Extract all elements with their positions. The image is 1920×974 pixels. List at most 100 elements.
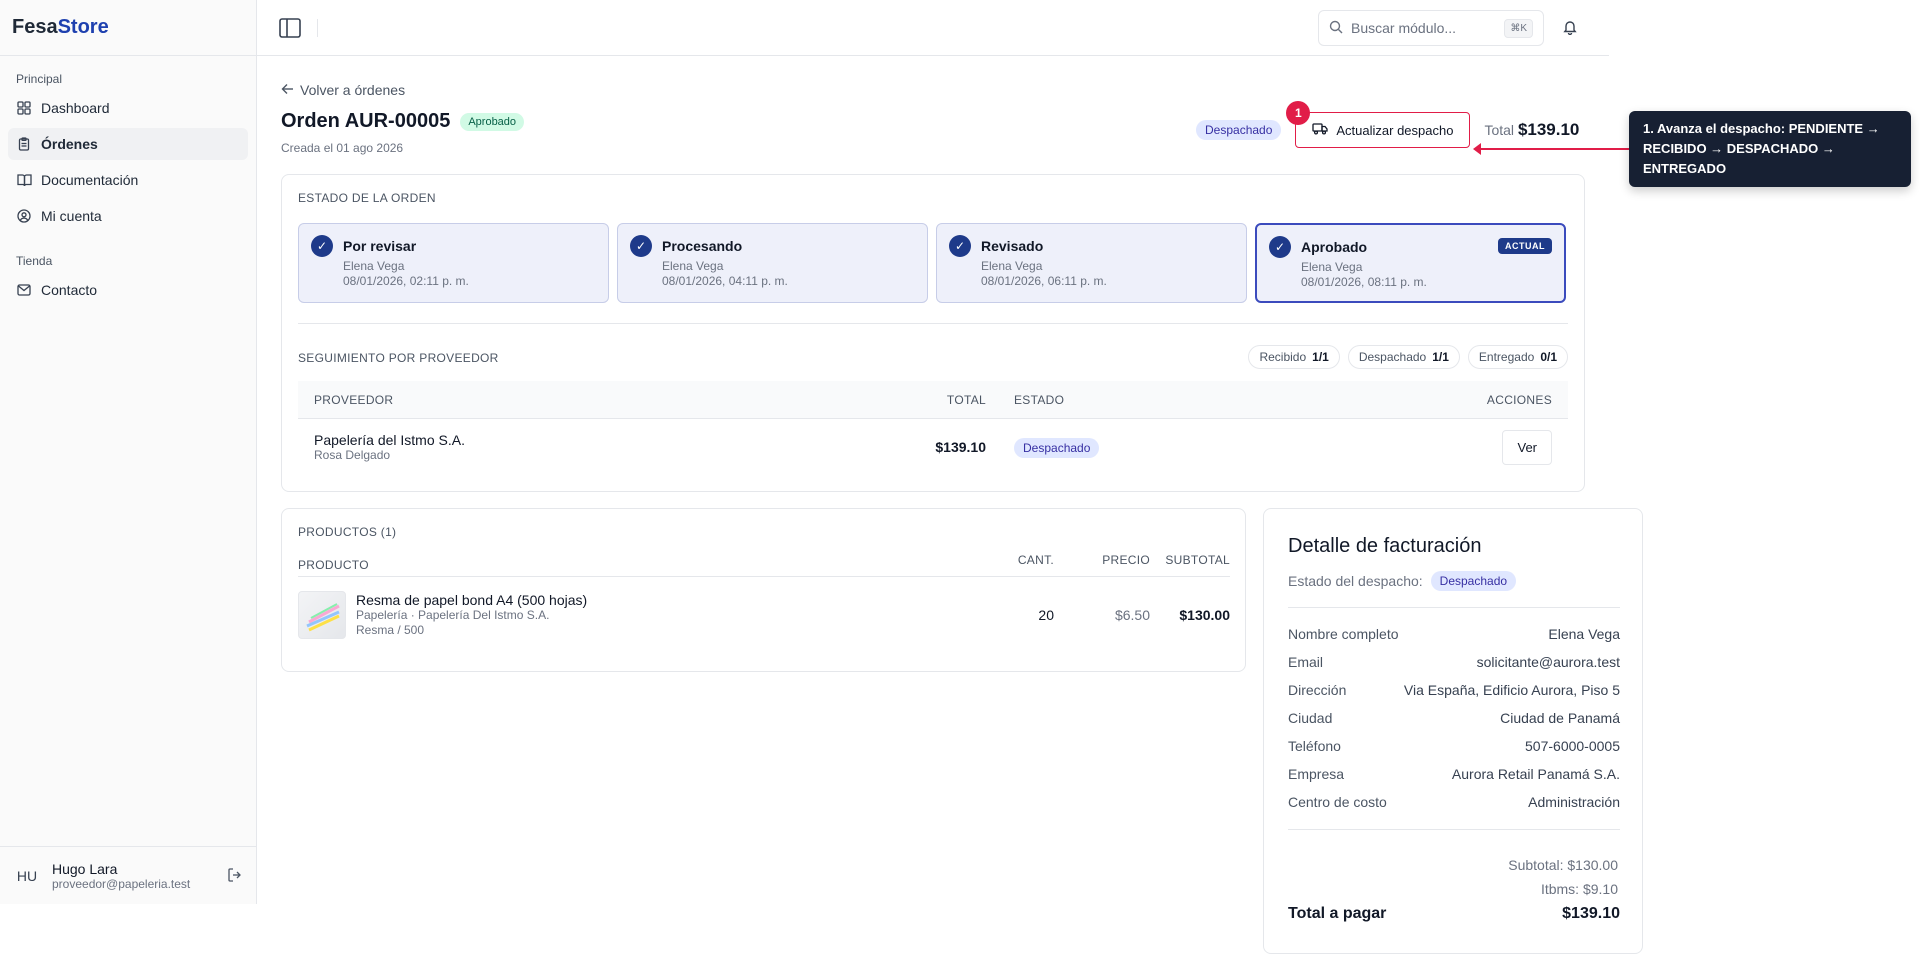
- status-badge: Aprobado: [460, 112, 525, 131]
- back-link[interactable]: Volver a órdenes: [281, 82, 405, 98]
- mail-icon: [16, 282, 32, 298]
- check-icon: ✓: [1269, 236, 1291, 258]
- brand-logo[interactable]: Fesa Store: [0, 0, 256, 56]
- divider: [317, 19, 318, 37]
- billing-status-label: Estado del despacho:: [1288, 573, 1423, 589]
- billing-row: Teléfono 507-6000-0005: [1288, 738, 1620, 754]
- status-step: ✓ Revisado Elena Vega 08/01/2026, 06:11 …: [936, 223, 1247, 303]
- step-date: 08/01/2026, 08:11 p. m.: [1301, 275, 1427, 289]
- product-thumbnail: [298, 591, 346, 639]
- order-status-card: Estado de la orden ✓ Por revisar Elena V…: [281, 174, 1585, 492]
- step-title: Por revisar: [343, 238, 417, 254]
- order-header: Orden AUR-00005 Aprobado: [281, 110, 525, 133]
- sidebar: Fesa Store Principal Dashboard Órdenes Do…: [0, 0, 257, 904]
- vendor-total: $139.10: [935, 439, 986, 455]
- product-subtotal: $130.00: [1179, 607, 1230, 623]
- billing-total-value: $139.10: [1562, 905, 1620, 922]
- check-icon: ✓: [311, 235, 333, 257]
- check-icon: ✓: [949, 235, 971, 257]
- product-price: $6.50: [1114, 607, 1150, 623]
- sidebar-item-label: Mi cuenta: [41, 208, 102, 224]
- billing-row: Empresa Aurora Retail Panamá S.A.: [1288, 766, 1620, 782]
- counter-recibido: Recibido 1/1: [1248, 345, 1340, 369]
- back-link-label: Volver a órdenes: [300, 82, 406, 98]
- update-dispatch-label: Actualizar despacho: [1336, 122, 1454, 138]
- guide-tooltip: 1. Avanza el despacho: PENDIENTE → RECIB…: [1629, 111, 1911, 187]
- check-icon: ✓: [630, 235, 652, 257]
- billing-title: Detalle de facturación: [1288, 535, 1482, 557]
- billing-row: Ciudad Ciudad de Panamá: [1288, 710, 1620, 726]
- divider: [298, 323, 1568, 324]
- sidebar-item-label: Contacto: [41, 282, 98, 298]
- product-qty: 20: [1038, 607, 1054, 623]
- billing-row: Email solicitante@aurora.test: [1288, 654, 1620, 670]
- step-title: Aprobado: [1301, 239, 1368, 255]
- sidebar-item-label: Dashboard: [41, 100, 110, 116]
- user-circle-icon: [16, 208, 32, 224]
- step-title: Procesando: [662, 238, 743, 254]
- view-button[interactable]: Ver: [1502, 429, 1552, 465]
- sidebar-item-label: Documentación: [41, 172, 139, 188]
- sidebar-item-mi-cuenta[interactable]: Mi cuenta: [8, 200, 248, 232]
- billing-row: Centro de costo Administración: [1288, 794, 1620, 810]
- update-dispatch-button[interactable]: 1 Actualizar despacho: [1286, 101, 1471, 148]
- step-user: Elena Vega: [981, 259, 1043, 273]
- step-date: 08/01/2026, 04:11 p. m.: [662, 274, 788, 288]
- status-badge: Despachado: [1430, 571, 1517, 591]
- section-label: Seguimiento por proveedor: [298, 351, 499, 365]
- table-header: Proveedor Total Estado Acciones: [298, 381, 1568, 419]
- search-shortcut: ⌘K: [1504, 18, 1533, 38]
- step-marker: 1: [1286, 101, 1311, 125]
- vendor-table: Proveedor Total Estado Acciones Papelerí…: [298, 381, 1568, 475]
- product-name: Resma de papel bond A4 (500 hojas): [356, 592, 588, 608]
- column-header: Estado: [1014, 392, 1065, 407]
- search-input[interactable]: Buscar módulo... ⌘K: [1318, 10, 1544, 46]
- sidebar-toggle-icon[interactable]: [279, 18, 301, 38]
- logout-icon[interactable]: [227, 867, 245, 885]
- column-header: Acciones: [1486, 392, 1552, 407]
- user-email: proveedor@papeleria.test: [52, 876, 191, 891]
- column-header: Subtotal: [1165, 553, 1230, 567]
- search-placeholder: Buscar módulo...: [1351, 20, 1457, 36]
- vendor-contact: Rosa Delgado: [314, 448, 391, 462]
- section-label: Estado de la orden: [298, 191, 436, 205]
- billing-row: Dirección Via España, Edificio Aurora, Pi…: [1288, 682, 1620, 698]
- status-steps: ✓ Por revisar Elena Vega 08/01/2026, 02:…: [298, 223, 1566, 303]
- column-header: Precio: [1102, 553, 1150, 567]
- tooltip-arrow: [1473, 143, 1629, 155]
- clipboard-icon: [16, 136, 32, 152]
- billing-subtotal: Subtotal: $130.00: [1508, 857, 1618, 873]
- product-unit: Resma / 500: [356, 623, 425, 637]
- billing-row: Nombre completo Elena Vega: [1288, 626, 1620, 642]
- billing-details: Nombre completo Elena Vega Email solicitan…: [1288, 620, 1620, 816]
- sidebar-item-documentacion[interactable]: Documentación: [8, 164, 248, 196]
- user-name: Hugo Lara: [52, 860, 118, 877]
- status-step: ✓ Procesando Elena Vega 08/01/2026, 04:1…: [617, 223, 928, 303]
- bell-icon[interactable]: [1562, 19, 1578, 36]
- nav-group-principal: Principal Dashboard Órdenes Documentació…: [0, 56, 256, 306]
- status-badge: Despachado: [1014, 438, 1100, 458]
- column-header: Cant.: [1017, 553, 1054, 567]
- table-header: Producto Cant. Precio Subtotal: [298, 553, 1230, 577]
- tracking-counters: Recibido 1/1 Despachado 1/1 Entregado 0/1: [1248, 345, 1568, 369]
- step-user: Elena Vega: [343, 259, 405, 273]
- vendor-name: Papelería del Istmo S.A.: [314, 432, 465, 448]
- total-label: Total: [1484, 122, 1515, 138]
- column-header: Producto: [298, 557, 369, 572]
- counter-entregado: Entregado 0/1: [1467, 345, 1568, 369]
- billing-status: Estado del despacho: Despachado: [1288, 571, 1517, 591]
- billing-tax: Itbms: $9.10: [1540, 881, 1618, 897]
- header-actions: Despachado 1 Actualizar despacho Total $…: [1196, 101, 1580, 148]
- sidebar-item-contacto[interactable]: Contacto: [8, 274, 248, 306]
- table-row: Resma de papel bond A4 (500 hojas) Papel…: [298, 587, 1230, 643]
- total-value: $139.10: [1517, 120, 1580, 139]
- step-date: 08/01/2026, 06:11 p. m.: [981, 274, 1107, 288]
- step-user: Elena Vega: [662, 259, 724, 273]
- sidebar-item-ordenes[interactable]: Órdenes: [8, 128, 248, 160]
- user-profile[interactable]: HU Hugo Lara proveedor@papeleria.test: [0, 846, 257, 904]
- nav-group-label: Tienda: [16, 254, 53, 268]
- sidebar-item-dashboard[interactable]: Dashboard: [8, 92, 248, 124]
- search-icon: [1329, 20, 1343, 37]
- brand-part-2: Store: [57, 16, 109, 38]
- top-bar: Buscar módulo... ⌘K: [257, 0, 1609, 56]
